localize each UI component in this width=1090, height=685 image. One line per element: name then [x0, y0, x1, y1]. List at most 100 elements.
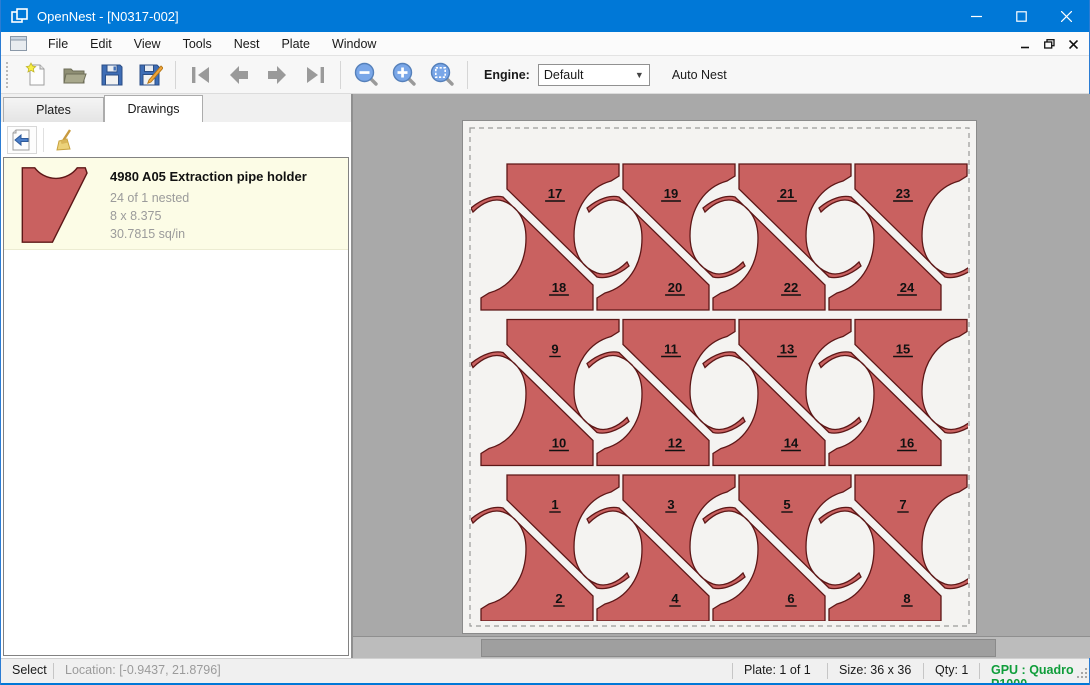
toolbar-separator [175, 61, 176, 89]
mdi-restore-button[interactable] [1041, 36, 1057, 52]
open-folder-icon [61, 62, 87, 88]
status-mode: Select [12, 663, 47, 677]
maximize-icon [1016, 11, 1027, 22]
status-gpu: GPU : Quadro P1000 [991, 663, 1089, 685]
menu-window[interactable]: Window [321, 33, 387, 55]
part-number-label: 9 [551, 342, 558, 357]
part-thumbnail [15, 166, 97, 244]
part-number-label: 17 [548, 186, 562, 201]
mdi-restore-icon [1044, 39, 1055, 49]
page-back-arrow-icon [10, 128, 34, 152]
horizontal-scrollbar[interactable] [353, 636, 1090, 658]
engine-label: Engine: [484, 68, 530, 82]
save-as-button[interactable] [131, 59, 169, 91]
zoom-out-button[interactable] [347, 59, 385, 91]
auto-nest-button[interactable]: Auto Nest [664, 64, 735, 86]
minimize-button[interactable] [954, 0, 999, 32]
status-location: Location: [-0.9437, 21.8796] [65, 663, 221, 677]
mdi-minimize-button[interactable] [1017, 36, 1033, 52]
part-number-label: 11 [664, 342, 678, 357]
go-first-icon [188, 62, 214, 88]
nesting-canvas[interactable]: 171819202122232491011121314151612345678 [353, 94, 1090, 658]
drawing-nested-count: 24 of 1 nested [110, 191, 189, 205]
save-as-icon [137, 62, 163, 88]
first-plate-button[interactable] [182, 59, 220, 91]
status-separator [923, 663, 924, 679]
nested-parts-drawing: 171819202122232491011121314151612345678 [463, 121, 976, 633]
mdi-minimize-icon [1021, 40, 1030, 49]
part-number-label: 15 [896, 342, 910, 357]
save-icon [99, 62, 125, 88]
part-number-label: 13 [780, 342, 794, 357]
part-number-label: 16 [900, 436, 914, 451]
new-button[interactable] [17, 59, 55, 91]
status-separator [979, 663, 980, 679]
drawing-list-item[interactable]: 4980 A05 Extraction pipe holder 24 of 1 … [4, 158, 348, 250]
part-number-label: 2 [555, 591, 562, 606]
part-number-label: 3 [667, 497, 674, 512]
previous-plate-button[interactable] [220, 59, 258, 91]
chevron-down-icon: ▼ [635, 70, 644, 80]
close-button[interactable] [1044, 0, 1089, 32]
menu-tools[interactable]: Tools [172, 33, 223, 55]
open-button[interactable] [55, 59, 93, 91]
panel-toolbar-separator [43, 128, 44, 152]
part-number-label: 24 [900, 280, 915, 295]
app-window: OpenNest - [N0317-002] File Edit View To… [0, 0, 1090, 685]
mdi-close-button[interactable] [1065, 36, 1081, 52]
next-plate-button[interactable] [258, 59, 296, 91]
left-panel: Plates Drawings [1, 94, 351, 658]
drawing-title: 4980 A05 Extraction pipe holder [110, 169, 307, 184]
clean-drawings-button[interactable] [50, 126, 80, 154]
part-number-label: 21 [780, 186, 794, 201]
toolbar-separator [467, 61, 468, 89]
mdi-document-icon[interactable] [10, 36, 27, 51]
zoom-fit-button[interactable] [423, 59, 461, 91]
part-number-label: 20 [668, 280, 682, 295]
part-number-label: 5 [783, 497, 790, 512]
toolbar-grip[interactable] [6, 62, 9, 88]
menu-file[interactable]: File [37, 33, 79, 55]
tab-plates[interactable]: Plates [3, 97, 104, 122]
part-number-label: 19 [664, 186, 678, 201]
part-number-label: 8 [903, 591, 910, 606]
zoom-in-button[interactable] [385, 59, 423, 91]
part-number-label: 22 [784, 280, 798, 295]
last-plate-button[interactable] [296, 59, 334, 91]
resize-grip-icon[interactable] [1077, 668, 1088, 679]
horizontal-scrollbar-thumb[interactable] [481, 639, 996, 657]
status-separator [827, 663, 828, 679]
zoom-fit-icon [429, 61, 456, 88]
zoom-in-icon [391, 61, 418, 88]
main-toolbar: Engine: Default ▼ Auto Nest [1, 56, 1089, 94]
part-number-label: 4 [671, 591, 679, 606]
drawings-list: 4980 A05 Extraction pipe holder 24 of 1 … [3, 157, 349, 656]
window-title: OpenNest - [N0317-002] [37, 9, 179, 24]
part-number-label: 10 [552, 436, 566, 451]
arrow-left-icon [226, 62, 252, 88]
engine-dropdown[interactable]: Default ▼ [538, 64, 650, 86]
menu-view[interactable]: View [123, 33, 172, 55]
part-number-label: 12 [668, 436, 682, 451]
tab-drawings[interactable]: Drawings [104, 95, 203, 122]
drawings-toolbar [1, 122, 351, 157]
title-bar[interactable]: OpenNest - [N0317-002] [1, 0, 1089, 32]
status-separator [732, 663, 733, 679]
maximize-button[interactable] [999, 0, 1044, 32]
menu-nest[interactable]: Nest [223, 33, 271, 55]
menu-plate[interactable]: Plate [270, 33, 321, 55]
status-bar: Select Location: [-0.9437, 21.8796] Plat… [1, 658, 1089, 683]
drawing-size: 8 x 8.375 [110, 209, 161, 223]
close-icon [1061, 11, 1072, 22]
part-number-label: 6 [787, 591, 794, 606]
status-qty: Qty: 1 [935, 663, 968, 677]
plate-sheet[interactable]: 171819202122232491011121314151612345678 [462, 120, 977, 634]
reimport-drawing-button[interactable] [7, 126, 37, 154]
menu-edit[interactable]: Edit [79, 33, 123, 55]
minimize-icon [971, 11, 982, 22]
part-number-label: 14 [784, 436, 799, 451]
engine-value: Default [544, 68, 584, 82]
status-plate-count: Plate: 1 of 1 [744, 663, 811, 677]
part-number-label: 1 [551, 497, 558, 512]
save-button[interactable] [93, 59, 131, 91]
